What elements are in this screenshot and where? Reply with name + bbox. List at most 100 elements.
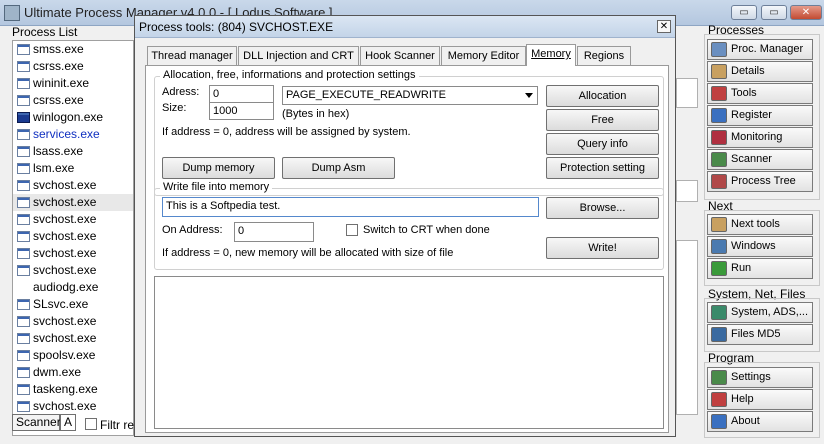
process-item[interactable]: csrss.exe xyxy=(13,58,133,75)
scanner-nav-button[interactable]: Scanner xyxy=(707,149,813,170)
switch-crt-label: Switch to CRT when done xyxy=(363,224,490,236)
process-tree-button[interactable]: Process Tree xyxy=(707,171,813,192)
tools-icon xyxy=(711,86,727,101)
close-button[interactable]: ✕ xyxy=(790,5,822,20)
write-note: If address = 0, new memory will be alloc… xyxy=(162,247,454,259)
settings-button[interactable]: Settings xyxy=(707,367,813,388)
allocation-legend: Allocation, free, informations and prote… xyxy=(160,69,419,81)
dialog-title: Process tools: (804) SVCHOST.EXE xyxy=(139,20,334,34)
monitoring-icon xyxy=(711,130,727,145)
process-item[interactable]: svchost.exe xyxy=(13,211,133,228)
next-tools-button[interactable]: Next tools xyxy=(707,214,813,235)
help-button[interactable]: Help xyxy=(707,389,813,410)
on-address-label: On Address: xyxy=(162,224,223,236)
background-panel xyxy=(676,180,698,202)
scanner-button[interactable]: Scanner xyxy=(12,414,61,431)
output-textarea[interactable] xyxy=(154,276,664,429)
process-tools-dialog: Process tools: (804) SVCHOST.EXE ✕ Threa… xyxy=(134,15,676,437)
right-panel: Processes Proc. Manager Details Tools Re… xyxy=(700,23,824,444)
process-item[interactable]: taskeng.exe xyxy=(13,381,133,398)
process-list-label: Process List xyxy=(12,25,78,39)
system-ads-button[interactable]: System, ADS,... xyxy=(707,302,813,323)
process-item[interactable]: svchost.exe xyxy=(13,313,133,330)
browse-button[interactable]: Browse... xyxy=(546,197,659,219)
dialog-close-icon[interactable]: ✕ xyxy=(657,20,671,33)
on-address-input[interactable]: 0 xyxy=(234,222,314,242)
maximize-button[interactable]: ▭ xyxy=(761,5,787,20)
process-item[interactable]: svchost.exe xyxy=(13,398,133,415)
tools-button[interactable]: Tools xyxy=(707,83,813,104)
scanner-icon xyxy=(711,152,727,167)
chevron-down-icon xyxy=(525,93,533,98)
windows-icon xyxy=(711,239,727,254)
dialog-title-bar: Process tools: (804) SVCHOST.EXE ✕ xyxy=(135,16,675,38)
process-item[interactable]: csrss.exe xyxy=(13,92,133,109)
dump-asm-button[interactable]: Dump Asm xyxy=(282,157,395,179)
process-item[interactable]: svchost.exe xyxy=(13,262,133,279)
tab-memory[interactable]: Memory xyxy=(526,44,576,66)
process-icon xyxy=(17,163,30,174)
process-item[interactable]: lsm.exe xyxy=(13,160,133,177)
file-path-input[interactable]: This is a Softpedia test. xyxy=(162,197,539,217)
process-item[interactable]: winlogon.exe xyxy=(13,109,133,126)
process-item[interactable]: wininit.exe xyxy=(13,75,133,92)
process-icon xyxy=(17,248,30,259)
write-button[interactable]: Write! xyxy=(546,237,659,259)
process-item[interactable]: svchost.exe xyxy=(13,245,133,262)
process-icon xyxy=(17,401,30,412)
process-icon xyxy=(17,180,30,191)
process-icon xyxy=(17,316,30,327)
process-item[interactable]: svchost.exe xyxy=(13,177,133,194)
protection-setting-button[interactable]: Protection setting xyxy=(546,157,659,179)
process-icon xyxy=(17,214,30,225)
process-item[interactable]: dwm.exe xyxy=(13,364,133,381)
tab-hook-scanner[interactable]: Hook Scanner xyxy=(360,46,440,65)
details-button[interactable]: Details xyxy=(707,61,813,82)
minimize-button[interactable]: ▭ xyxy=(731,5,757,20)
monitoring-button[interactable]: Monitoring xyxy=(707,127,813,148)
background-panel xyxy=(676,240,698,415)
process-icon xyxy=(17,384,30,395)
protection-combo[interactable]: PAGE_EXECUTE_READWRITE xyxy=(282,86,538,105)
filter-checkbox[interactable] xyxy=(85,418,97,430)
process-item[interactable]: lsass.exe xyxy=(13,143,133,160)
process-item[interactable]: spoolsv.exe xyxy=(13,347,133,364)
process-item[interactable]: services.exe xyxy=(13,126,133,143)
process-icon xyxy=(17,78,30,89)
about-icon xyxy=(711,414,727,429)
windows-button[interactable]: Windows xyxy=(707,236,813,257)
allocation-button[interactable]: Allocation xyxy=(546,85,659,107)
about-button[interactable]: About xyxy=(707,411,813,432)
process-item-selected[interactable]: svchost.exe xyxy=(13,194,133,211)
memory-tab-pane: Allocation, free, informations and prote… xyxy=(145,65,669,433)
run-button[interactable]: Run xyxy=(707,258,813,279)
switch-crt-checkbox[interactable] xyxy=(346,224,358,236)
process-item[interactable]: svchost.exe xyxy=(13,330,133,347)
process-item[interactable]: svchost.exe xyxy=(13,228,133,245)
tab-memory-editor[interactable]: Memory Editor xyxy=(441,46,526,65)
process-icon xyxy=(17,146,30,157)
query-info-button[interactable]: Query info xyxy=(546,133,659,155)
process-icon xyxy=(17,197,30,208)
register-button[interactable]: Register xyxy=(707,105,813,126)
process-list[interactable]: smss.exe csrss.exe wininit.exe csrss.exe… xyxy=(12,40,134,436)
size-input[interactable]: 1000 xyxy=(209,102,274,120)
tab-dll-injection[interactable]: DLL Injection and CRT xyxy=(238,46,359,65)
process-item[interactable]: audiodg.exe xyxy=(13,279,133,296)
process-item[interactable]: SLsvc.exe xyxy=(13,296,133,313)
free-button[interactable]: Free xyxy=(546,109,659,131)
proc-manager-button[interactable]: Proc. Manager xyxy=(707,39,813,60)
adress-input[interactable]: 0 xyxy=(209,85,274,103)
a-button[interactable]: A xyxy=(60,414,76,431)
dump-memory-button[interactable]: Dump memory xyxy=(162,157,275,179)
tab-regions[interactable]: Regions xyxy=(577,46,631,65)
left-panel: Process List smss.exe csrss.exe wininit.… xyxy=(0,25,134,444)
files-md5-button[interactable]: Files MD5 xyxy=(707,324,813,345)
process-item[interactable]: smss.exe xyxy=(13,41,133,58)
next-tools-icon xyxy=(711,217,727,232)
settings-icon xyxy=(711,370,727,385)
app-icon xyxy=(4,5,20,21)
process-icon xyxy=(17,129,30,140)
tab-thread-manager[interactable]: Thread manager xyxy=(147,46,237,65)
process-icon xyxy=(17,61,30,72)
